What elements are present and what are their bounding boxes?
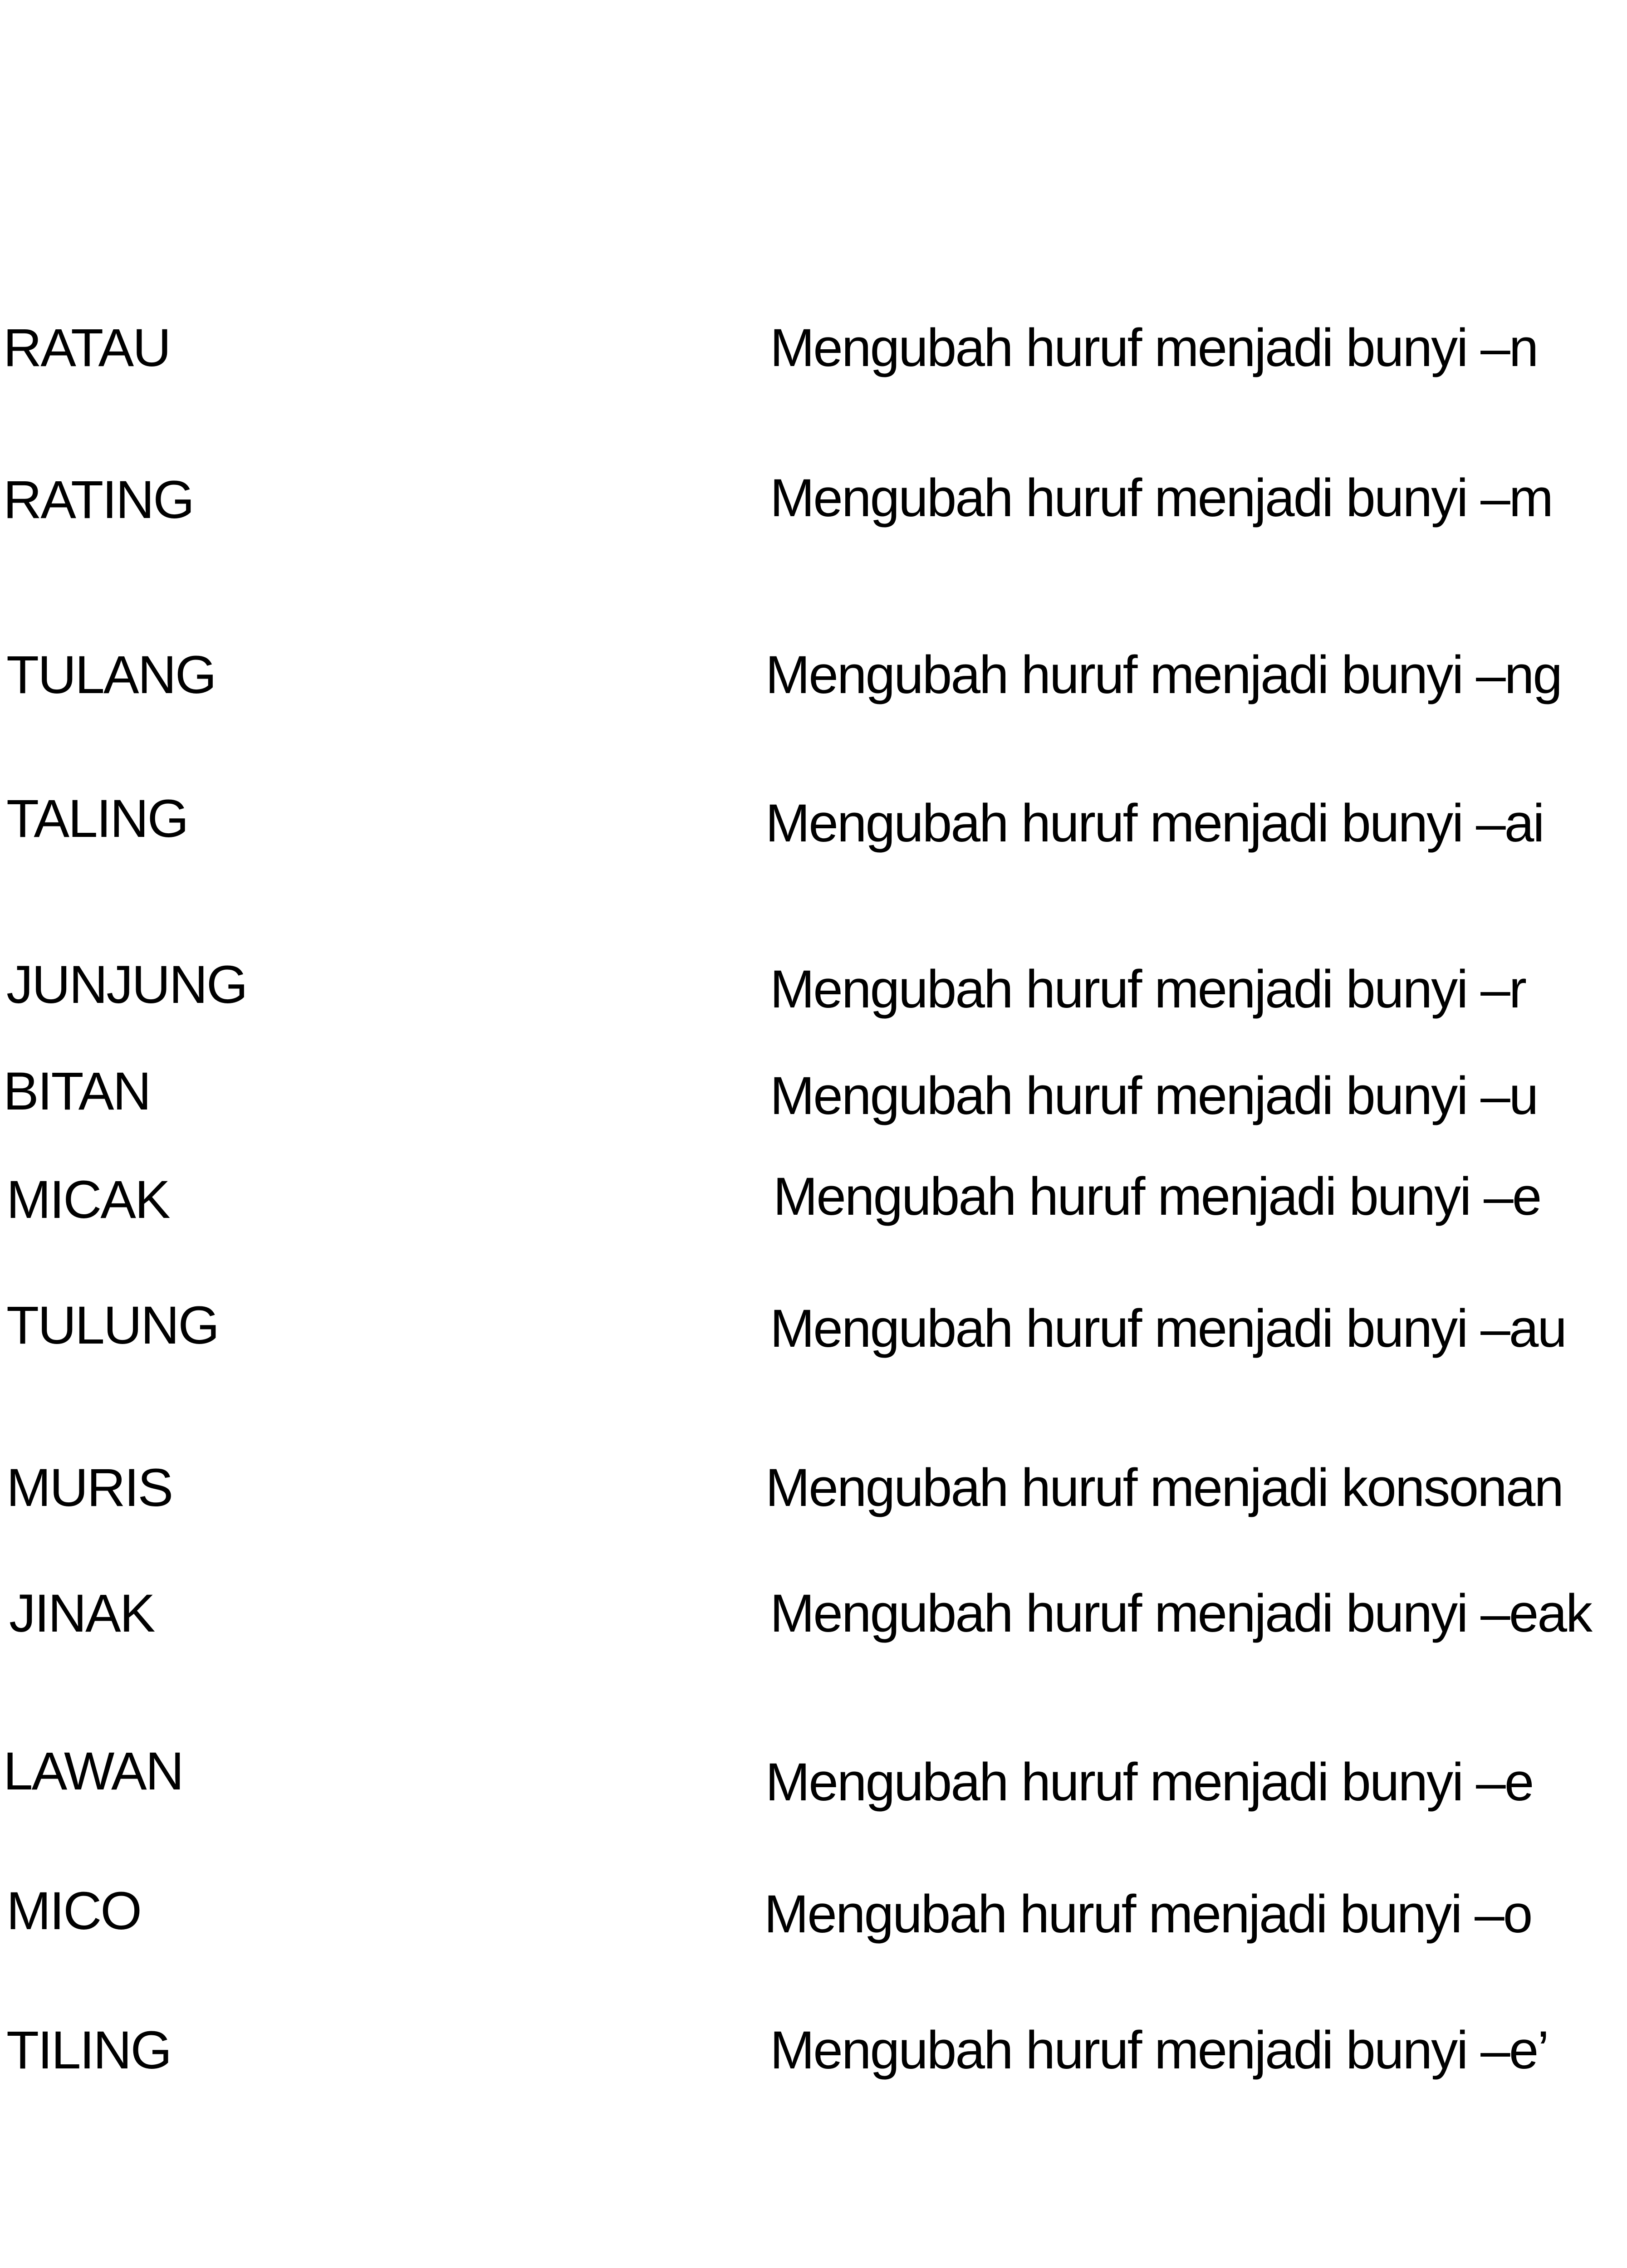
word-item[interactable]: MICAK <box>6 1173 171 1227</box>
word-item[interactable]: TALING <box>6 792 189 846</box>
rule-item[interactable]: Mengubah huruf menjadi bunyi –e’ <box>770 2024 1549 2077</box>
rule-item[interactable]: Mengubah huruf menjadi bunyi –ng <box>765 648 1563 702</box>
word-item[interactable]: TILING <box>6 2024 172 2077</box>
rule-item[interactable]: Mengubah huruf menjadi bunyi –u <box>770 1069 1539 1123</box>
rule-item[interactable]: Mengubah huruf menjadi bunyi –o <box>764 1887 1533 1941</box>
word-item[interactable]: JUNJUNG <box>6 958 248 1012</box>
word-item[interactable]: RATING <box>3 473 195 527</box>
word-item[interactable]: JINAK <box>9 1587 155 1640</box>
word-item[interactable]: TULUNG <box>6 1299 220 1352</box>
rule-item[interactable]: Mengubah huruf menjadi bunyi –au <box>770 1302 1567 1355</box>
rule-item[interactable]: Mengubah huruf menjadi bunyi –n <box>770 321 1539 375</box>
word-item[interactable]: MICO <box>6 1884 142 1938</box>
word-item[interactable]: RATAU <box>3 321 171 375</box>
rule-item[interactable]: Mengubah huruf menjadi bunyi –ai <box>765 797 1545 850</box>
word-item[interactable]: BITAN <box>3 1065 152 1118</box>
rule-item[interactable]: Mengubah huruf menjadi bunyi –e <box>765 1755 1534 1809</box>
word-item[interactable]: LAWAN <box>3 1745 184 1798</box>
rule-item[interactable]: Mengubah huruf menjadi bunyi –r <box>770 963 1527 1016</box>
rule-item[interactable]: Mengubah huruf menjadi konsonan <box>765 1461 1564 1515</box>
rule-item[interactable]: Mengubah huruf menjadi bunyi –eak <box>770 1587 1593 1640</box>
word-item[interactable]: TULANG <box>6 648 217 702</box>
rule-item[interactable]: Mengubah huruf menjadi bunyi –m <box>770 471 1553 525</box>
word-item[interactable]: MURIS <box>6 1461 173 1515</box>
rule-item[interactable]: Mengubah huruf menjadi bunyi –e <box>773 1170 1542 1223</box>
